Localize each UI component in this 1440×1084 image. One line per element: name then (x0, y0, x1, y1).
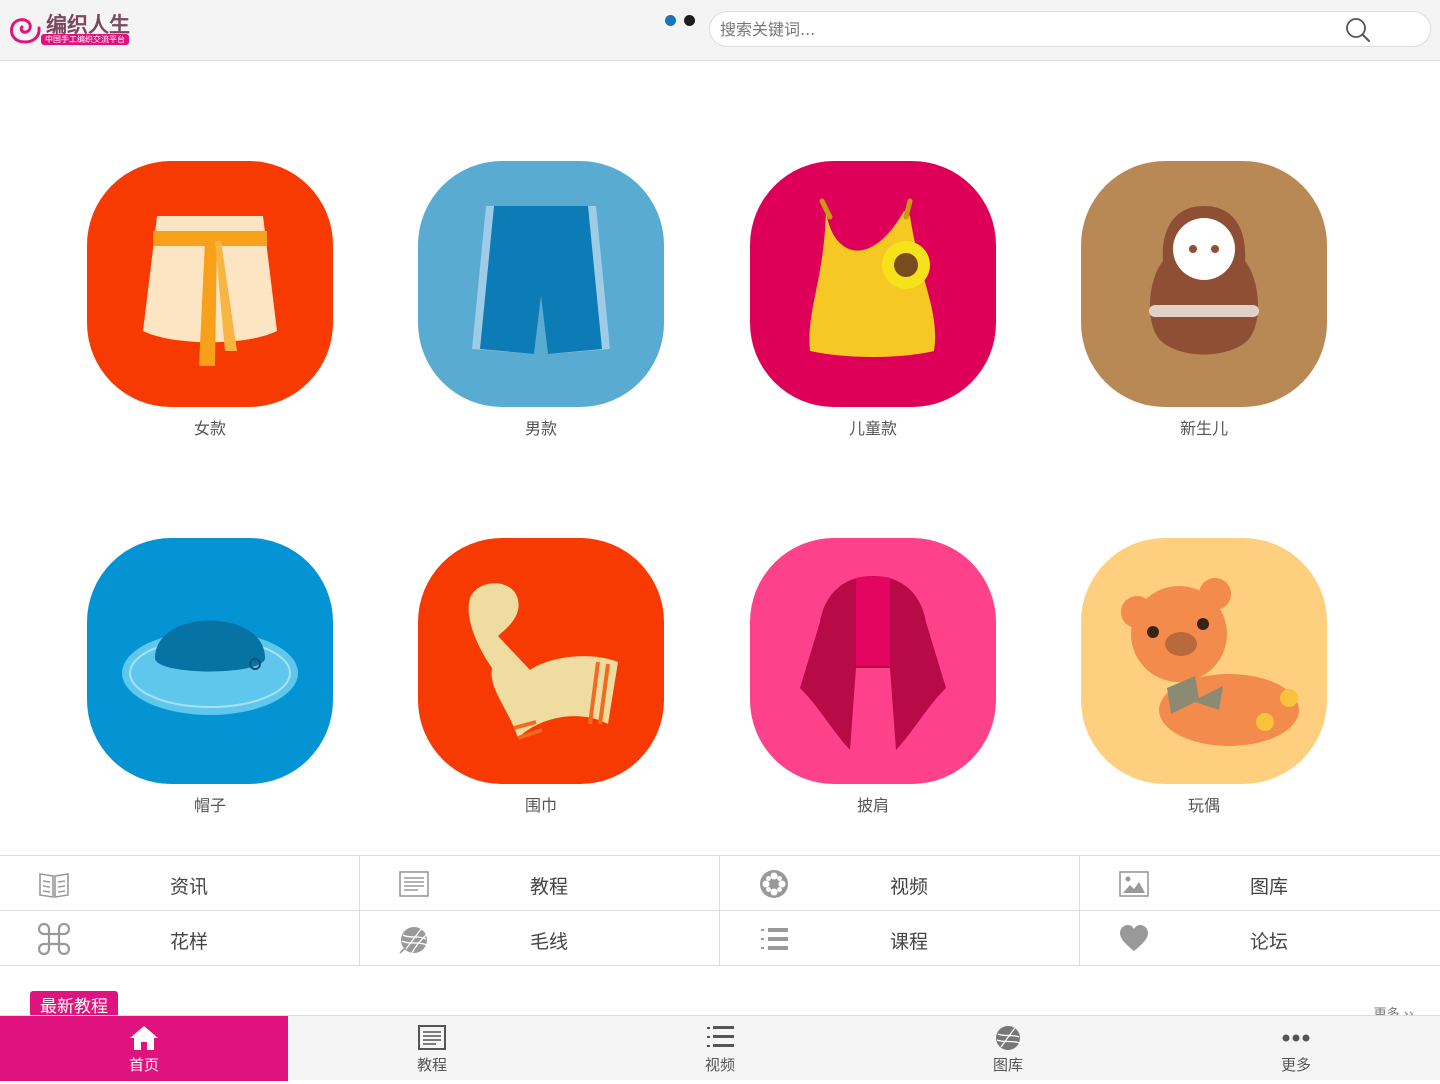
category-newborn[interactable]: 新生儿 (1081, 161, 1327, 451)
category-label: 儿童款 (848, 419, 897, 438)
nav-more[interactable]: 更多 (1152, 1016, 1440, 1081)
quick-link-tutorials[interactable]: 教程 (360, 856, 720, 911)
document-icon (399, 871, 429, 897)
quick-link-label: 论坛 (1250, 931, 1289, 953)
list-icon (707, 1026, 734, 1047)
category-tile[interactable] (750, 538, 996, 784)
page-dot-1[interactable] (665, 15, 676, 26)
category-tile[interactable] (418, 161, 664, 407)
category-label: 女款 (193, 419, 226, 438)
category-tile[interactable] (750, 161, 996, 407)
yarn-ball-icon (399, 927, 428, 954)
quick-link-patterns[interactable]: 花样 (0, 911, 360, 966)
quick-link-label: 花样 (170, 931, 209, 953)
category-tile[interactable] (1081, 538, 1327, 784)
page-indicator (665, 15, 695, 26)
film-reel-icon (760, 870, 788, 898)
latest-tutorials-header: 最新教程 更多 ›› (0, 985, 1440, 1022)
quick-link-yarn[interactable]: 毛线 (360, 911, 720, 966)
bottom-nav: 首页 教程 视频 图库 更多 (0, 1015, 1440, 1081)
category-label: 围巾 (524, 796, 557, 815)
image-icon (1119, 871, 1149, 897)
teddy-bear-icon (1081, 538, 1327, 784)
quick-link-label: 课程 (890, 931, 929, 953)
nav-label: 教程 (416, 1056, 447, 1074)
quick-link-label: 教程 (530, 876, 569, 898)
shawl-icon (750, 538, 996, 784)
quick-links-grid: 资讯 教程 视频 图库 花样 毛线 课程 论坛 (0, 855, 1440, 966)
document-icon (418, 1025, 446, 1050)
category-label: 新生儿 (1179, 419, 1228, 438)
quick-links-row: 资讯 教程 视频 图库 (0, 856, 1440, 911)
more-dots-icon (1282, 1034, 1310, 1042)
category-toys[interactable]: 玩偶 (1081, 538, 1327, 828)
category-women[interactable]: 女款 (87, 161, 333, 451)
nav-label: 首页 (128, 1056, 159, 1074)
book-icon (39, 873, 69, 898)
quick-link-label: 毛线 (530, 931, 569, 953)
quick-link-label: 图库 (1250, 876, 1289, 898)
heart-icon (1120, 925, 1148, 951)
nav-videos[interactable]: 视频 (576, 1016, 864, 1081)
home-icon (130, 1026, 158, 1050)
quick-link-courses[interactable]: 课程 (720, 911, 1080, 966)
quick-links-row: 花样 毛线 课程 论坛 (0, 911, 1440, 966)
nav-label: 视频 (704, 1056, 735, 1074)
quick-link-videos[interactable]: 视频 (720, 856, 1080, 911)
search-input[interactable] (720, 18, 1320, 40)
skirt-icon (87, 161, 333, 407)
nav-tutorials[interactable]: 教程 (288, 1016, 576, 1081)
logo-tagline: 中国手工编织交流平台 (41, 34, 129, 45)
category-hats[interactable]: 帽子 (87, 538, 333, 828)
top-bar: 编织人生 中国手工编织交流平台 (0, 0, 1440, 61)
category-scarves[interactable]: 围巾 (418, 538, 664, 828)
nav-gallery[interactable]: 图库 (864, 1016, 1152, 1081)
app-logo[interactable]: 编织人生 中国手工编织交流平台 (8, 8, 133, 48)
category-label: 披肩 (856, 796, 889, 815)
category-tile[interactable] (87, 538, 333, 784)
category-tile[interactable] (87, 161, 333, 407)
category-label: 帽子 (193, 796, 226, 815)
nav-home[interactable]: 首页 (0, 1016, 288, 1081)
category-men[interactable]: 男款 (418, 161, 664, 451)
quick-link-label: 资讯 (170, 876, 209, 898)
page-dot-2[interactable] (684, 15, 695, 26)
quick-link-news[interactable]: 资讯 (0, 856, 360, 911)
quick-link-label: 视频 (890, 876, 929, 898)
category-shawls[interactable]: 披肩 (750, 538, 996, 828)
logo-swirl-icon (10, 18, 41, 44)
hat-icon (87, 538, 333, 784)
nav-label: 更多 (1280, 1056, 1311, 1074)
quick-link-forum[interactable]: 论坛 (1080, 911, 1440, 966)
shorts-icon (418, 161, 664, 407)
scarf-icon (418, 538, 664, 784)
search-icon[interactable] (1344, 16, 1372, 44)
search-box (709, 11, 1431, 47)
category-tile[interactable] (418, 538, 664, 784)
category-label: 男款 (524, 419, 557, 438)
doll-icon (1081, 161, 1327, 407)
command-icon (38, 923, 70, 955)
tank-top-icon (750, 161, 996, 407)
category-tile[interactable] (1081, 161, 1327, 407)
category-label: 玩偶 (1187, 796, 1220, 815)
numbered-list-icon (761, 928, 788, 950)
category-kids[interactable]: 儿童款 (750, 161, 996, 451)
nav-label: 图库 (992, 1056, 1023, 1074)
quick-link-gallery[interactable]: 图库 (1080, 856, 1440, 911)
yarn-ball-icon (996, 1026, 1021, 1050)
